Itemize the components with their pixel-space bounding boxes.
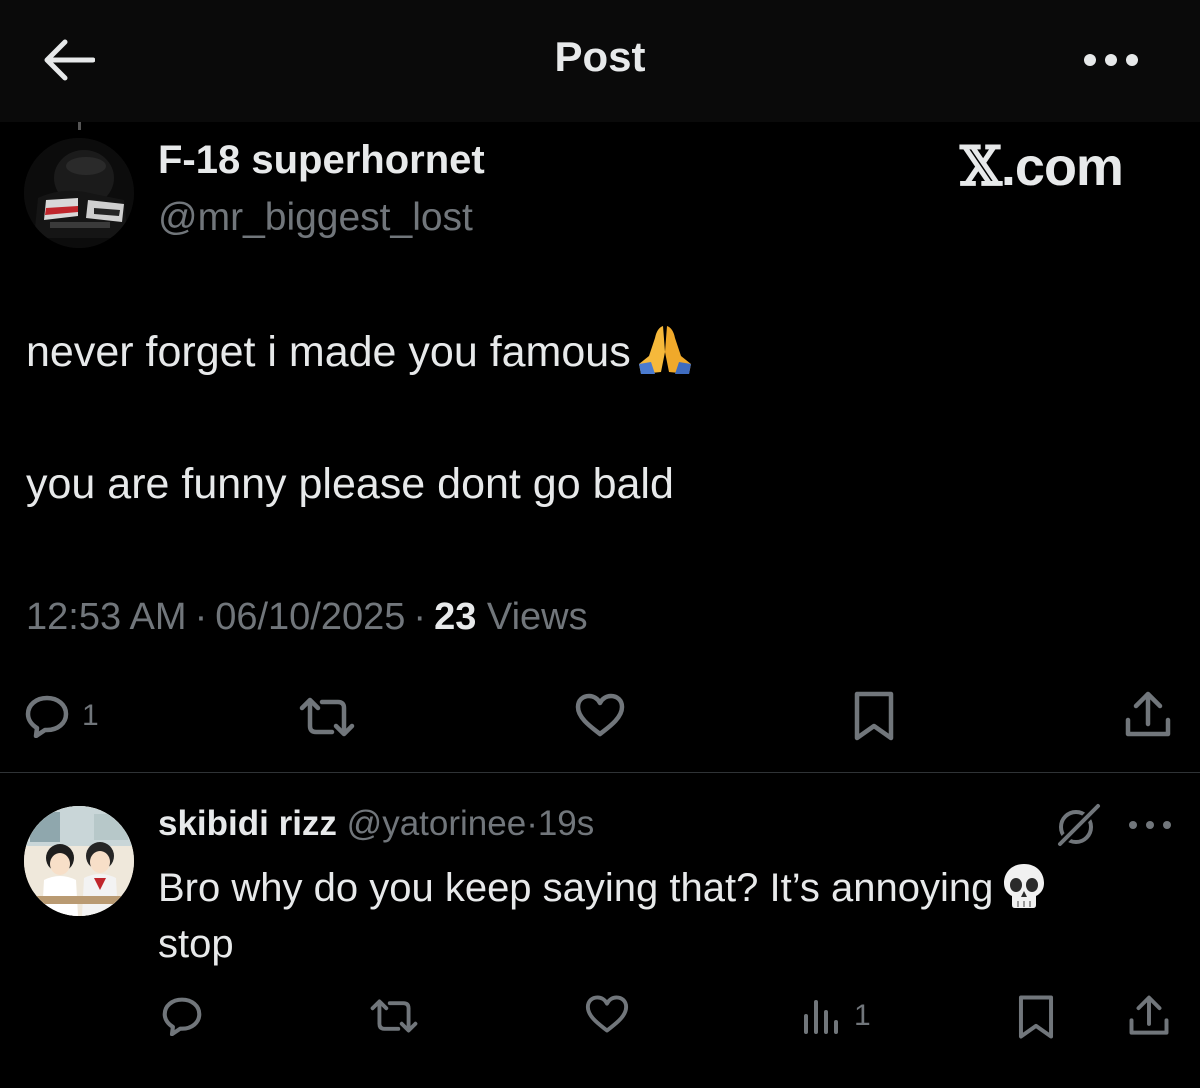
repost-button[interactable] bbox=[298, 696, 356, 738]
reply-more-button[interactable] bbox=[1122, 808, 1178, 842]
meta-separator: · bbox=[413, 596, 427, 638]
bookmark-icon bbox=[1018, 995, 1054, 1039]
reply-count: 1 bbox=[82, 699, 99, 732]
reply-icon bbox=[25, 695, 69, 738]
share-icon bbox=[1129, 995, 1169, 1035]
back-button[interactable] bbox=[40, 34, 96, 86]
brand-domain: .com bbox=[1000, 137, 1124, 197]
reply-reply-button[interactable] bbox=[160, 996, 204, 1036]
helmet-rider-avatar-image bbox=[24, 138, 134, 248]
repost-icon bbox=[299, 697, 355, 737]
post-text-line-2: you are funny please dont go bald bbox=[26, 460, 674, 508]
ellipsis-icon bbox=[1084, 54, 1138, 66]
reply-author-name[interactable]: skibidi rizz bbox=[158, 804, 337, 843]
reply-header: skibidi rizz @yatorinee·19s bbox=[158, 804, 594, 844]
repost-icon bbox=[370, 999, 418, 1033]
divider bbox=[0, 772, 1200, 773]
share-icon bbox=[1125, 691, 1171, 737]
reply-like-button[interactable] bbox=[584, 994, 630, 1034]
reply-icon bbox=[162, 997, 202, 1036]
heart-icon bbox=[585, 995, 629, 1033]
arrow-left-icon bbox=[44, 39, 95, 81]
share-button[interactable] bbox=[1124, 690, 1172, 740]
bookmark-icon bbox=[854, 691, 894, 741]
post-metadata: 12:53 AM · 06/10/2025 · 23 Views bbox=[26, 596, 588, 639]
anime-classroom-avatar-image bbox=[24, 806, 134, 916]
like-button[interactable] bbox=[574, 692, 626, 738]
reply-author-avatar[interactable] bbox=[24, 806, 134, 916]
author-display-name[interactable]: F-18 superhornet bbox=[158, 138, 485, 183]
page-title: Post bbox=[554, 33, 646, 80]
reply-text: Bro why do you keep saying that? It’s an… bbox=[158, 860, 1168, 972]
grok-button[interactable] bbox=[1054, 801, 1104, 849]
reply-repost-button[interactable] bbox=[368, 998, 420, 1034]
more-options-button[interactable] bbox=[1078, 40, 1144, 80]
grok-icon bbox=[1055, 801, 1103, 849]
x-brand-watermark: 𝕏.com bbox=[960, 134, 1124, 198]
post-text-line-1: never forget i made you famous bbox=[26, 322, 697, 377]
reply-views-count: 1 bbox=[854, 999, 871, 1032]
reply-author-handle[interactable]: @yatorinee bbox=[347, 804, 527, 843]
top-bar: Post bbox=[0, 0, 1200, 122]
reply-views-button[interactable]: 1 bbox=[802, 996, 871, 1036]
bookmark-button[interactable] bbox=[852, 690, 896, 742]
thread-connector-line bbox=[78, 122, 81, 130]
views-label: Views bbox=[486, 596, 588, 638]
x-logo-glyph: 𝕏 bbox=[960, 134, 1002, 198]
reply-share-button[interactable] bbox=[1128, 994, 1170, 1038]
views-count: 23 bbox=[434, 596, 477, 638]
reply-button[interactable]: 1 bbox=[24, 694, 99, 738]
post-date[interactable]: 06/10/2025 bbox=[215, 596, 405, 638]
reply-timestamp[interactable]: 19s bbox=[538, 804, 594, 843]
folded-hands-emoji bbox=[638, 326, 691, 374]
meta-separator: · bbox=[194, 596, 208, 638]
author-handle[interactable]: @mr_biggest_lost bbox=[158, 196, 473, 240]
reply-bookmark-button[interactable] bbox=[1016, 994, 1056, 1040]
analytics-icon bbox=[804, 1000, 838, 1034]
skull-emoji bbox=[1004, 864, 1045, 908]
reply-text-body: Bro why do you keep saying that? It’s an… bbox=[158, 866, 994, 910]
post-text-first: never forget i made you famous bbox=[26, 328, 631, 376]
post-time[interactable]: 12:53 AM bbox=[26, 596, 187, 638]
reply-meta-separator: · bbox=[526, 804, 538, 843]
author-avatar[interactable] bbox=[24, 138, 134, 248]
heart-icon bbox=[575, 693, 625, 737]
ellipsis-icon bbox=[1129, 821, 1171, 829]
reply-text-tail: stop bbox=[158, 922, 234, 966]
